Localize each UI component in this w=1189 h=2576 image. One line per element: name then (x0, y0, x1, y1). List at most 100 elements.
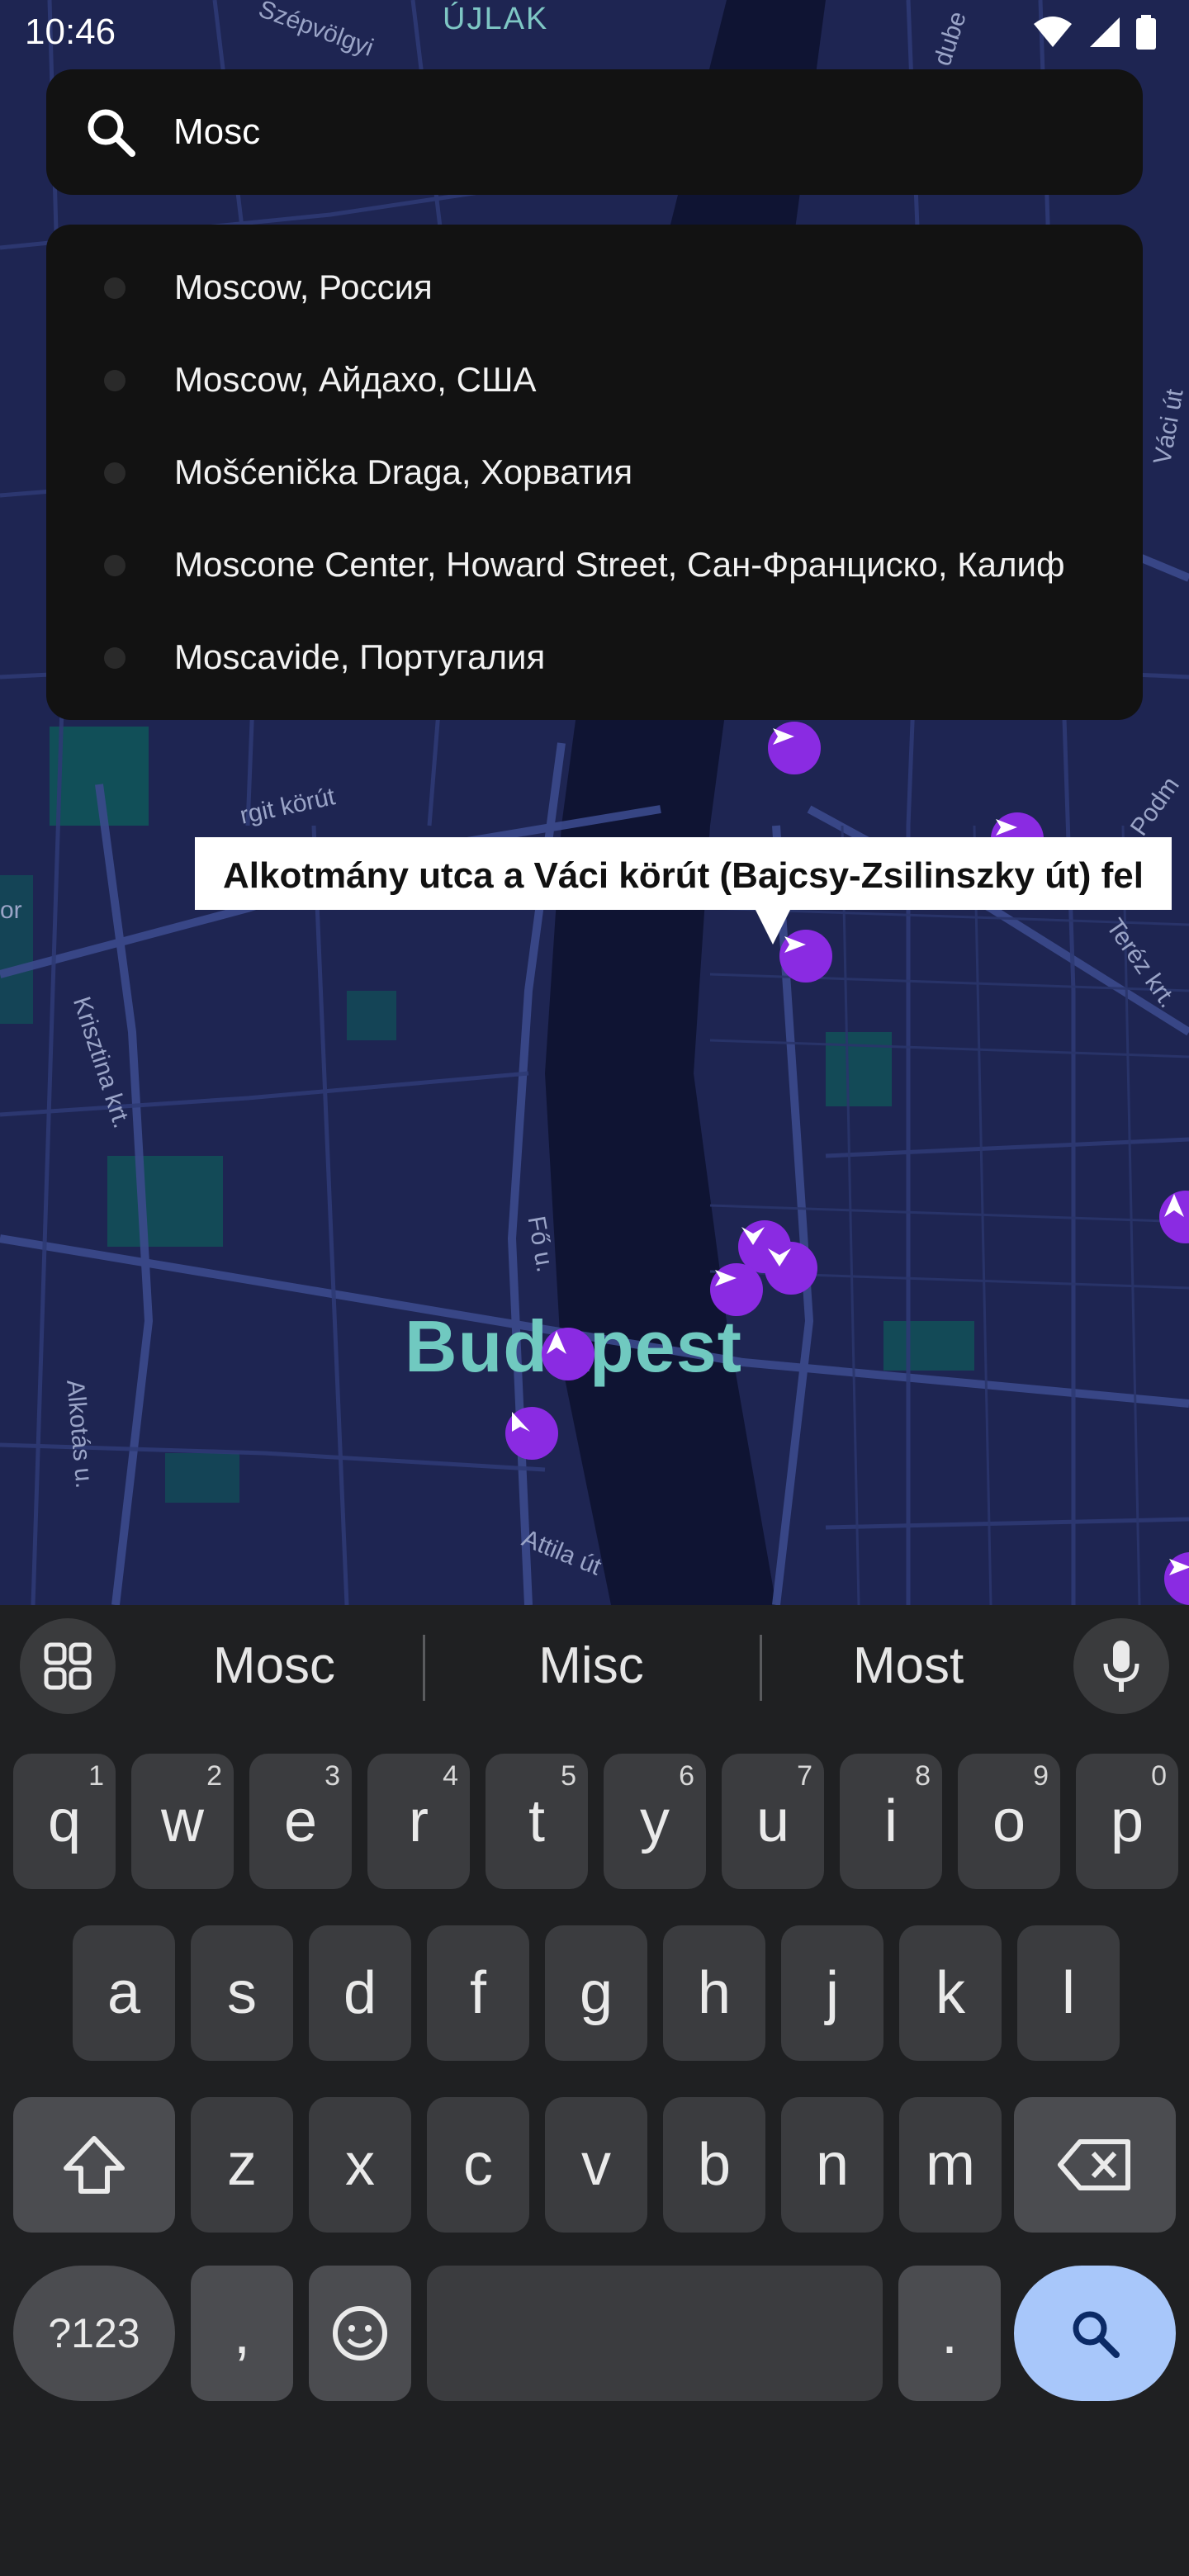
suggestion-item[interactable]: Moscone Center, Howard Street, Сан-Франц… (46, 519, 1143, 611)
suggestion-item[interactable]: Moscow, Айдахо, США (46, 334, 1143, 426)
status-bar: 10:46 (0, 0, 1189, 66)
bullet-icon (104, 555, 126, 576)
key-label: i (884, 1788, 898, 1854)
search-icon (88, 109, 135, 157)
keyboard-suggestion[interactable]: Misc (467, 1636, 715, 1695)
transit-marker[interactable] (765, 1242, 817, 1295)
battery-icon (1136, 15, 1156, 50)
microphone-icon (1103, 1641, 1139, 1692)
suggestion-item[interactable]: Mošćenička Draga, Хорватия (46, 426, 1143, 519)
arrow-icon (1164, 1194, 1184, 1217)
search-input[interactable] (173, 101, 1082, 163)
key-e[interactable]: e3 (249, 1754, 352, 1889)
key-s[interactable]: s (191, 1925, 293, 2061)
key-q[interactable]: q1 (13, 1754, 116, 1889)
key-p[interactable]: p0 (1076, 1754, 1178, 1889)
emoji-icon (333, 2306, 387, 2361)
search-bar[interactable] (46, 69, 1143, 195)
key-label: q (47, 1788, 82, 1854)
key-t[interactable]: t5 (486, 1754, 588, 1889)
key-m[interactable]: m (899, 2097, 1002, 2233)
period-key[interactable]: . (898, 2266, 1001, 2401)
key-x[interactable]: x (309, 2097, 411, 2233)
key-hint: 9 (1033, 1760, 1049, 1792)
suggestion-label: Moscone Center, Howard Street, Сан-Франц… (174, 545, 1065, 584)
symbols-key[interactable]: ?123 (13, 2266, 175, 2401)
key-hint: 8 (915, 1760, 931, 1792)
status-time: 10:46 (25, 12, 116, 52)
suggestion-label: Moscavide, Португалия (174, 637, 546, 676)
key-label: y (640, 1788, 670, 1854)
key-b[interactable]: b (663, 2097, 765, 2233)
key-label: w (161, 1788, 204, 1854)
key-i[interactable]: i8 (840, 1754, 942, 1889)
soft-keyboard: Mosc Misc Most q1 w2 e3 r4 t5 y6 u7 i8 o… (0, 1605, 1189, 2576)
arrow-icon (773, 728, 794, 745)
bullet-icon (104, 647, 126, 669)
key-l[interactable]: l (1017, 1925, 1120, 2061)
key-label: o (992, 1788, 1026, 1854)
key-label: p (1110, 1788, 1144, 1854)
key-label: t (528, 1788, 545, 1854)
key-v[interactable]: v (545, 2097, 647, 2233)
shift-key[interactable] (13, 2097, 175, 2233)
key-z[interactable]: z (191, 2097, 293, 2233)
key-w[interactable]: w2 (131, 1754, 234, 1889)
transit-marker[interactable] (505, 1407, 558, 1460)
key-label: r (409, 1788, 429, 1854)
key-h[interactable]: h (663, 1925, 765, 2061)
arrow-icon (1169, 1559, 1189, 1575)
voice-input-button[interactable] (1073, 1618, 1169, 1714)
key-r[interactable]: r4 (367, 1754, 470, 1889)
suggestion-divider (760, 1635, 762, 1701)
key-hint: 3 (324, 1760, 340, 1792)
comma-key[interactable]: , (191, 2266, 293, 2401)
transit-marker[interactable] (710, 1263, 763, 1316)
bullet-icon (104, 277, 126, 299)
arrow-icon (768, 1248, 791, 1267)
space-key[interactable] (427, 2266, 883, 2401)
suggestion-item[interactable]: Moscavide, Португалия (46, 611, 1143, 703)
suggestion-divider (423, 1635, 425, 1701)
key-j[interactable]: j (781, 1925, 883, 2061)
suggestion-item[interactable]: Moscow, Россия (46, 241, 1143, 334)
keyboard-suggestion[interactable]: Most (784, 1636, 1032, 1695)
shift-icon (64, 2136, 125, 2194)
wifi-icon (1034, 17, 1072, 47)
search-action-key[interactable] (1014, 2266, 1176, 2401)
suggestion-label: Moscow, Россия (174, 268, 433, 306)
key-n[interactable]: n (781, 2097, 883, 2233)
key-y[interactable]: y6 (604, 1754, 706, 1889)
key-f[interactable]: f (427, 1925, 529, 2061)
suggestion-label: Moscow, Айдахо, США (174, 360, 537, 399)
key-hint: 7 (797, 1760, 812, 1792)
arrow-icon (512, 1412, 530, 1432)
keyboard-apps-button[interactable] (20, 1618, 116, 1714)
key-c[interactable]: c (427, 2097, 529, 2233)
key-g[interactable]: g (545, 1925, 647, 2061)
bullet-icon (104, 462, 126, 484)
arrow-icon (547, 1331, 566, 1354)
transit-marker[interactable] (768, 722, 821, 774)
stop-tooltip[interactable]: Alkotmány utca a Váci körút (Bajcsy-Zsil… (195, 837, 1172, 910)
arrow-icon (741, 1227, 765, 1245)
key-hint: 6 (679, 1760, 694, 1792)
key-a[interactable]: a (73, 1925, 175, 2061)
transit-marker[interactable] (542, 1328, 594, 1380)
key-hint: 0 (1151, 1760, 1167, 1792)
key-o[interactable]: o9 (958, 1754, 1060, 1889)
backspace-key[interactable] (1014, 2097, 1176, 2233)
arrow-icon (715, 1270, 737, 1286)
keyboard-suggestion-strip: Mosc Misc Most (0, 1605, 1189, 1729)
keyboard-suggestion[interactable]: Mosc (150, 1636, 398, 1695)
key-hint: 1 (88, 1760, 104, 1792)
key-hint: 5 (561, 1760, 576, 1792)
key-k[interactable]: k (899, 1925, 1002, 2061)
key-u[interactable]: u7 (722, 1754, 824, 1889)
status-icons (1032, 15, 1156, 50)
emoji-key[interactable] (309, 2266, 411, 2401)
key-d[interactable]: d (309, 1925, 411, 2061)
bullet-icon (104, 370, 126, 391)
backspace-icon (1058, 2139, 1130, 2190)
suggestion-label: Mošćenička Draga, Хорватия (174, 452, 633, 491)
